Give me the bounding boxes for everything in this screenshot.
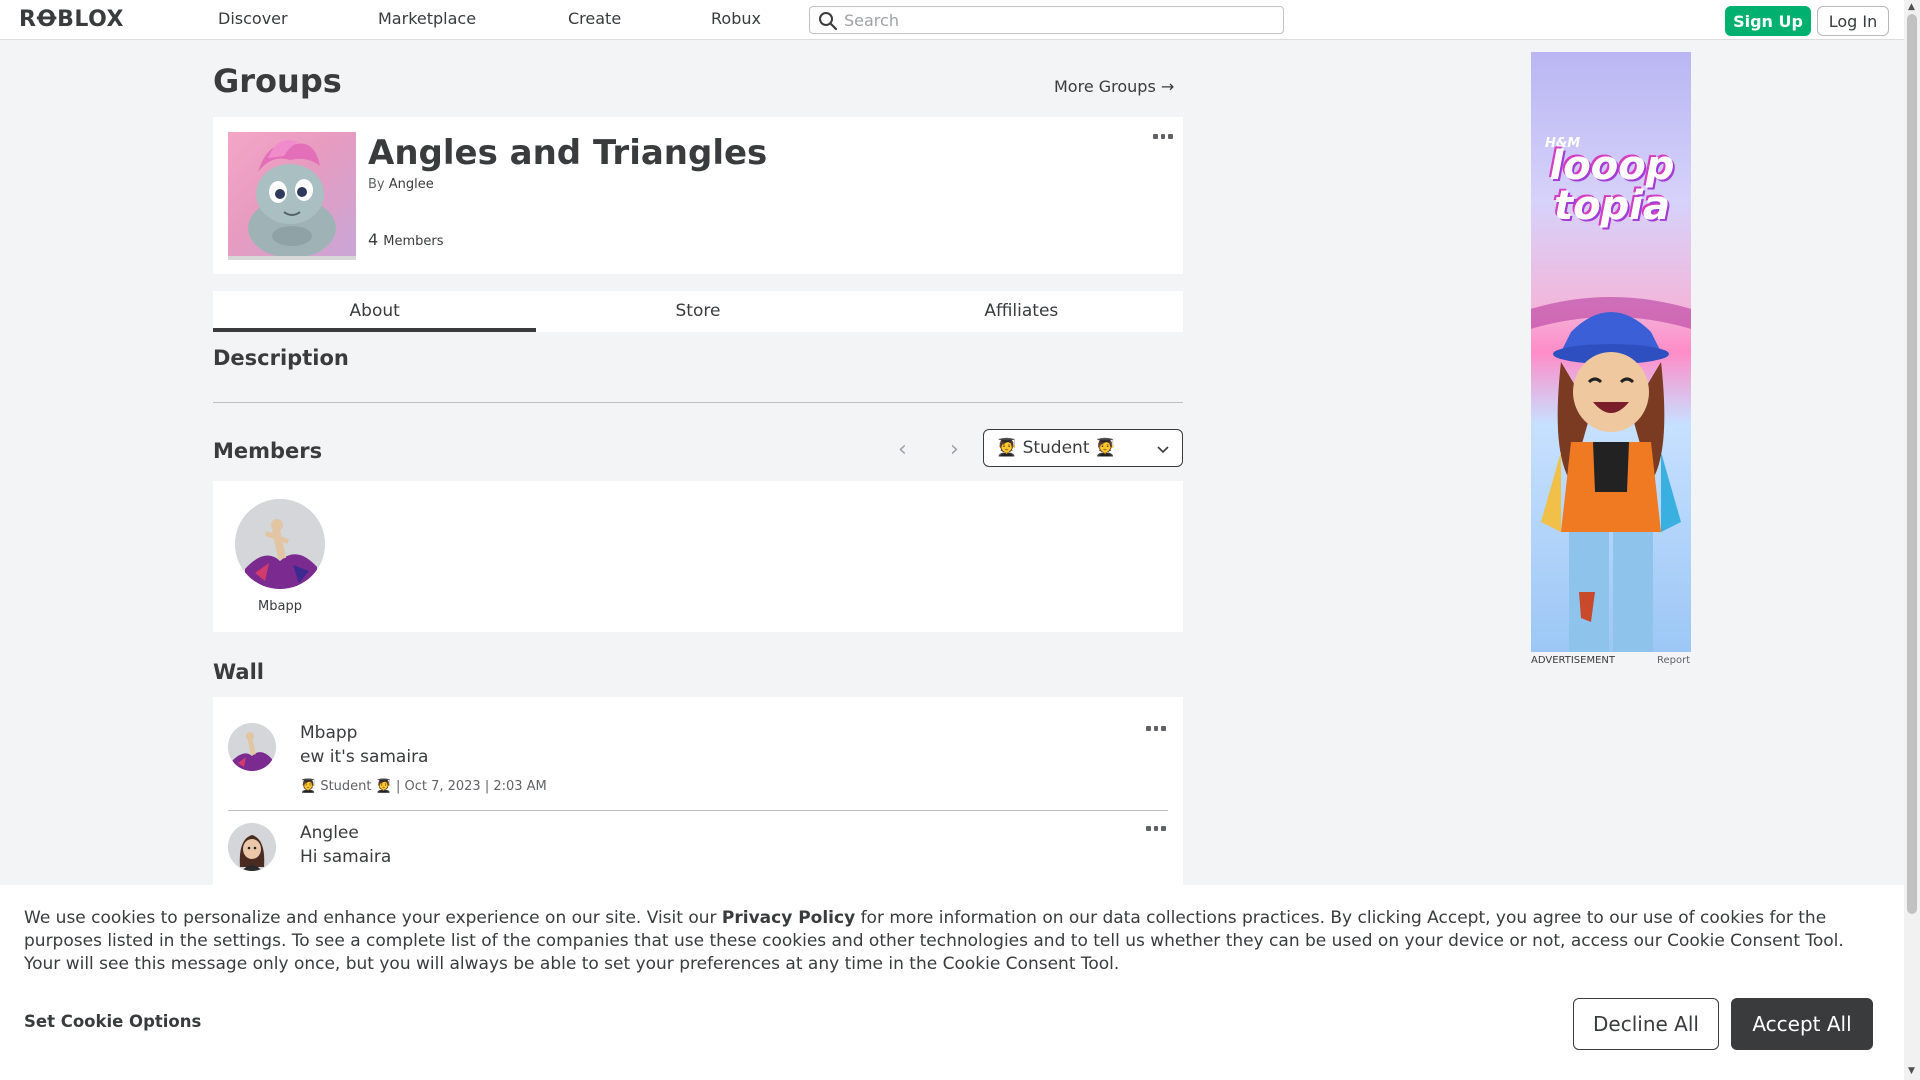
tab-store[interactable]: Store xyxy=(536,291,859,332)
post-author-name[interactable]: Mbapp xyxy=(300,723,357,743)
page-title: Groups xyxy=(213,62,342,100)
members-next-page-icon[interactable]: › xyxy=(950,437,959,462)
nav-marketplace[interactable]: Marketplace xyxy=(378,9,476,28)
roblox-logo[interactable]: RꝊBLOX xyxy=(19,7,124,32)
by-prefix: By xyxy=(368,177,385,192)
post-more-options-icon[interactable] xyxy=(1146,826,1167,832)
post-author-name[interactable]: Anglee xyxy=(300,823,359,843)
tab-about[interactable]: About xyxy=(213,291,537,332)
tab-affiliates[interactable]: Affiliates xyxy=(860,291,1183,332)
scrollbar-thumb[interactable] xyxy=(1907,14,1917,914)
group-owner-line: By Anglee xyxy=(368,177,434,192)
chevron-down-icon xyxy=(1157,446,1169,454)
members-panel: Mbapp xyxy=(213,481,1183,632)
wall-post: Anglee Hi samaira xyxy=(228,823,1168,883)
member-avatar[interactable] xyxy=(235,499,325,589)
post-author-avatar[interactable] xyxy=(228,723,276,771)
member-name[interactable]: Mbapp xyxy=(235,599,325,614)
ad-logo-text: looop topia xyxy=(1537,146,1687,226)
description-title: Description xyxy=(213,346,349,370)
member-count-label: Members xyxy=(383,234,444,249)
wall-panel: Mbapp ew it's samaira 🧑‍🎓 Student 🧑‍🎓 | … xyxy=(213,697,1183,897)
post-more-options-icon[interactable] xyxy=(1146,726,1167,732)
more-groups-link[interactable]: More Groups → xyxy=(1054,77,1174,96)
role-select-dropdown[interactable]: 🧑‍🎓 Student 🧑‍🎓 xyxy=(983,429,1183,467)
search-input[interactable] xyxy=(844,9,1274,31)
cookie-text-part1: We use cookies to personalize and enhanc… xyxy=(24,908,722,928)
advertisement-banner[interactable]: H&M looop topia xyxy=(1531,52,1691,652)
role-select-value: 🧑‍🎓 Student 🧑‍🎓 xyxy=(996,438,1117,458)
post-meta: 🧑‍🎓 Student 🧑‍🎓 | Oct 7, 2023 | 2:03 AM xyxy=(300,779,547,794)
wall-title: Wall xyxy=(213,660,264,684)
set-cookie-options-link[interactable]: Set Cookie Options xyxy=(24,1012,201,1031)
description-divider xyxy=(213,402,1183,403)
accept-all-button[interactable]: Accept All xyxy=(1731,998,1873,1050)
group-header-card: Angles and Triangles By Anglee 4 Members xyxy=(213,117,1183,274)
cookie-consent-banner: We use cookies to personalize and enhanc… xyxy=(0,885,1904,1080)
nav-robux[interactable]: Robux xyxy=(711,9,761,28)
top-navigation-bar: RꝊBLOX Discover Marketplace Create Robux… xyxy=(0,0,1904,40)
decline-all-button[interactable]: Decline All xyxy=(1573,998,1719,1050)
post-divider xyxy=(228,810,1168,811)
member-count-value: 4 xyxy=(368,230,379,249)
post-author-avatar[interactable] xyxy=(228,823,276,871)
ad-report-link[interactable]: Report xyxy=(1657,655,1690,666)
log-in-button[interactable]: Log In xyxy=(1817,6,1889,36)
nav-discover[interactable]: Discover xyxy=(218,9,288,28)
member-card[interactable]: Mbapp xyxy=(235,499,325,614)
post-body: Hi samaira xyxy=(300,847,392,867)
member-count: 4 Members xyxy=(368,230,444,249)
post-body: ew it's samaira xyxy=(300,747,429,767)
group-owner-link[interactable]: Anglee xyxy=(389,177,434,192)
group-tabs: About Store Affiliates xyxy=(213,291,1183,332)
sign-up-button[interactable]: Sign Up xyxy=(1725,6,1811,36)
group-emblem-image xyxy=(228,132,356,260)
group-name: Angles and Triangles xyxy=(368,133,768,173)
nav-create[interactable]: Create xyxy=(568,9,621,28)
ad-logo-line2: topia xyxy=(1554,183,1670,229)
privacy-policy-link[interactable]: Privacy Policy xyxy=(722,908,855,928)
page-scrollbar[interactable]: ▲ ▼ xyxy=(1904,0,1920,1080)
group-more-options-icon[interactable] xyxy=(1153,134,1174,140)
search-icon xyxy=(819,12,838,31)
cookie-consent-text: We use cookies to personalize and enhanc… xyxy=(24,907,1884,976)
members-prev-page-icon[interactable]: ‹ xyxy=(898,437,907,462)
scroll-up-arrow-icon[interactable]: ▲ xyxy=(1908,2,1915,12)
members-title: Members xyxy=(213,439,323,463)
wall-post: Mbapp ew it's samaira 🧑‍🎓 Student 🧑‍🎓 | … xyxy=(228,723,1168,813)
ad-character-image xyxy=(1531,297,1691,652)
scroll-down-arrow-icon[interactable]: ▼ xyxy=(1908,1066,1915,1076)
advertisement-label: ADVERTISEMENT xyxy=(1531,655,1616,666)
search-box[interactable] xyxy=(809,6,1284,34)
ad-logo-line1: looop xyxy=(1549,143,1675,189)
